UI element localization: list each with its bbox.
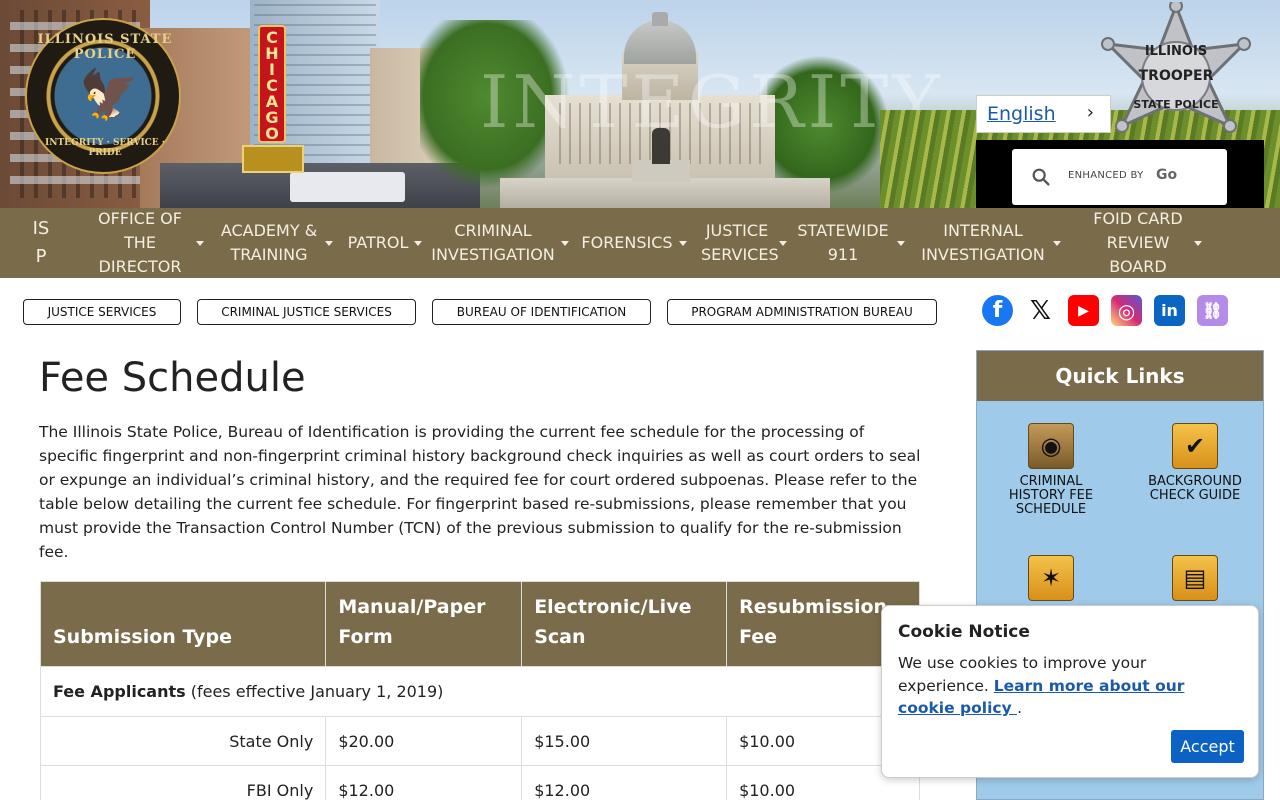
capitol-steps [500,178,830,208]
submission-type-cell: FBI Only [39,765,327,800]
google-brand: Go [1156,167,1178,183]
electronic-fee-cell: $12.00 [521,765,728,800]
nav-label: FORENSICS [581,233,673,252]
nav-label: STATEWIDE 911 [797,221,889,264]
quick-link-criminal-history-fee-schedule[interactable]: ◉ CRIMINAL HISTORY FEE SCHEDULE [991,423,1111,517]
manual-fee-cell: $12.00 [325,765,523,800]
nav-office-of-the-director[interactable]: OFFICE OF THE DIRECTOR [82,208,212,278]
main-navigation: IS P OFFICE OF THE DIRECTOR ACADEMY & TRA… [0,208,1280,278]
cookie-accept-button[interactable]: Accept [1171,730,1244,763]
magnifier-check-icon: ✔ [1172,423,1218,469]
page-title: Fee Schedule [39,355,306,401]
document-gavel-icon: ▤ [1172,555,1218,601]
x-twitter-icon[interactable]: 𝕏 [1025,295,1056,326]
search-input[interactable]: ENHANCED BY Go [1012,149,1227,205]
nav-foid-card-review-board[interactable]: FOID CARD REVIEW BOARD [1070,208,1220,278]
star-text-state-police: STATE POLICE [1133,98,1219,111]
column-header: Electronic/Live Scan [521,581,728,667]
caret-down-icon [561,240,569,246]
group-note: (fees effective January 1, 2019) [185,682,444,701]
caret-down-icon [897,240,905,246]
star-text-illinois: ILLINOIS [1144,44,1208,59]
banner-truck [290,172,405,202]
star-text-trooper: TROOPER [1138,68,1214,84]
nav-statewide-911[interactable]: STATEWIDE 911 [790,208,910,278]
nav-label: JUSTICE SERVICES [701,221,779,264]
caret-down-icon [1194,240,1202,246]
table-row: State Only $20.00 $15.00 $10.00 [39,716,920,766]
quick-link-document[interactable]: ▤ [1135,555,1255,607]
youtube-icon[interactable]: ▶ [1068,295,1099,326]
fee-schedule-table: Submission Type Manual/Paper Form Electr… [39,581,920,800]
cookie-notice: Cookie Notice We use cookies to improve … [881,605,1259,778]
cookie-suffix: . [1017,699,1023,717]
nav-label: ACADEMY & TRAINING [220,221,318,264]
caret-down-icon [414,240,423,246]
banner-watermark: INTEGRITY [480,60,944,144]
group-cell: Fee Applicants (fees effective January 1… [40,666,920,717]
seal-top-text: ILLINOIS STATE POLICE [37,32,173,62]
link-icon[interactable]: ⛓ [1197,295,1228,326]
caret-down-icon [779,240,787,246]
chicago-theatre-sign: CHICAGO [258,25,286,143]
trooper-star-badge: ILLINOIS TROOPER STATE POLICE [1088,0,1264,152]
fingerprint-icon: ◉ [1028,423,1074,469]
caret-down-icon [325,240,333,246]
quick-link-label: CRIMINAL HISTORY FEE SCHEDULE [1008,474,1094,517]
search-placeholder: ENHANCED BY [1068,170,1144,181]
column-header: Submission Type [39,581,327,667]
chevron-right-icon[interactable]: › [1087,102,1094,123]
nav-patrol[interactable]: PATROL [340,208,430,278]
breadcrumb-program-administration-bureau[interactable]: PROGRAM ADMINISTRATION BUREAU [667,299,937,325]
breadcrumb-justice-services[interactable]: JUSTICE SERVICES [23,299,181,325]
breadcrumb-criminal-justice-services[interactable]: CRIMINAL JUSTICE SERVICES [197,299,416,325]
seal-bottom-text: INTEGRITY · SERVICE · PRIDE [45,138,165,158]
caret-down-icon [196,240,204,246]
cannabis-leaf-icon: ✶ [1028,555,1074,601]
nav-academy-training[interactable]: ACADEMY & TRAINING [212,208,340,278]
electronic-fee-cell: $15.00 [521,716,728,766]
search-icon[interactable] [1030,166,1052,188]
cookie-title: Cookie Notice [898,622,1030,642]
cookie-message: We use cookies to improve your experienc… [898,652,1238,720]
nav-internal-investigation[interactable]: INTERNAL INVESTIGATION [910,208,1070,278]
quick-link-cannabis[interactable]: ✶ [991,555,1111,607]
nav-label: OFFICE OF THE DIRECTOR [98,209,182,276]
intro-paragraph: The Illinois State Police, Bureau of Ide… [39,423,921,561]
nav-label: CRIMINAL INVESTIGATION [431,221,555,264]
table-header-row: Submission Type Manual/Paper Form Electr… [39,581,920,667]
manual-fee-cell: $20.00 [325,716,523,766]
nav-label: PATROL [347,233,409,252]
breadcrumb-bureau-of-identification[interactable]: BUREAU OF IDENTIFICATION [432,299,651,325]
column-header: Manual/Paper Form [325,581,523,667]
quick-links-title: Quick Links [977,351,1263,401]
linkedin-icon[interactable]: in [1154,295,1185,326]
caret-down-icon [678,240,687,246]
header-banner: CHICAGO INTEGRITY ILLINOIS STATE POLICE … [0,0,1280,208]
capitol-lantern [652,12,668,26]
group-title: Fee Applicants [53,682,186,701]
nav-home-isp[interactable]: IS P [0,208,82,278]
caret-down-icon [1053,240,1061,246]
quick-link-label: BACKGROUND CHECK GUIDE [1148,474,1242,503]
nav-forensics[interactable]: FORENSICS [570,208,698,278]
nav-home-label: IS P [32,218,50,267]
submission-type-cell: State Only [39,716,327,766]
language-selector[interactable]: English › [976,95,1111,133]
nav-label: FOID CARD REVIEW BOARD [1093,209,1183,276]
facebook-icon[interactable]: f [982,295,1013,326]
nav-justice-services[interactable]: JUSTICE SERVICES [698,208,790,278]
nav-label: INTERNAL INVESTIGATION [921,221,1045,264]
isp-seal-logo[interactable]: ILLINOIS STATE POLICE 🦅 INTEGRITY · SERV… [25,18,181,174]
eagle-icon: 🦅 [79,67,139,123]
language-link[interactable]: English [987,103,1056,125]
instagram-icon[interactable]: ◎ [1111,295,1142,326]
table-group-row: Fee Applicants (fees effective January 1… [40,666,920,717]
theatre-marquee [242,145,304,173]
quick-link-background-check-guide[interactable]: ✔ BACKGROUND CHECK GUIDE [1135,423,1255,503]
table-row: FBI Only $12.00 $12.00 $10.00 [39,765,920,800]
nav-criminal-investigation[interactable]: CRIMINAL INVESTIGATION [430,208,570,278]
capitol-dome [624,20,696,64]
